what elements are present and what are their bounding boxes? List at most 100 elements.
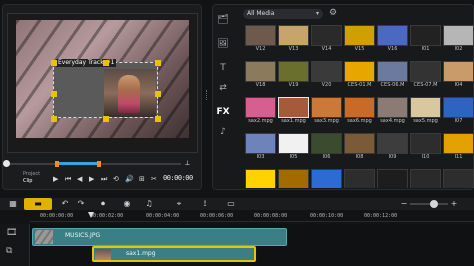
- media-item[interactable]: I09: [377, 133, 408, 160]
- media-thumbnail[interactable]: [311, 169, 342, 188]
- playhead-knob[interactable]: [3, 160, 10, 167]
- media-item[interactable]: V18: [245, 61, 276, 88]
- zoom-slider[interactable]: [410, 203, 448, 205]
- media-thumbnail[interactable]: [278, 61, 309, 82]
- media-thumbnail[interactable]: [410, 133, 441, 154]
- media-item[interactable]: CES-06.M: [377, 61, 408, 88]
- volume-icon[interactable]: 🔊: [125, 174, 134, 184]
- media-thumbnail[interactable]: [278, 25, 309, 46]
- overlay-track-icon[interactable]: ⧉: [6, 246, 12, 256]
- media-item[interactable]: V12: [245, 25, 276, 52]
- mode-clip[interactable]: Clip: [23, 178, 40, 185]
- media-item[interactable]: V13: [278, 25, 309, 52]
- media-item[interactable]: sax6.mpg: [344, 97, 375, 124]
- resize-handle[interactable]: [51, 91, 57, 97]
- media-thumbnail[interactable]: [311, 97, 342, 118]
- media-item[interactable]: I03: [245, 133, 276, 160]
- redo-icon[interactable]: ↷: [74, 198, 88, 210]
- fit-icon[interactable]: ▭: [224, 198, 238, 210]
- preview-window[interactable]: Everyday Track #1: [7, 13, 198, 153]
- media-item[interactable]: V16: [377, 25, 408, 52]
- media-thumbnail[interactable]: [311, 25, 342, 46]
- repeat-icon[interactable]: ⟲: [113, 174, 119, 184]
- media-item[interactable]: I01: [410, 25, 441, 52]
- media-item[interactable]: [344, 169, 375, 188]
- timeline-clip-selected[interactable]: sax1.mpg: [92, 246, 256, 262]
- title-icon[interactable]: T: [216, 62, 230, 74]
- media-filter-dropdown[interactable]: All Media ▾: [243, 9, 323, 19]
- media-item[interactable]: [245, 169, 276, 188]
- media-item[interactable]: [311, 169, 342, 188]
- media-item[interactable]: V14: [311, 25, 342, 52]
- media-item[interactable]: I08: [344, 133, 375, 160]
- mode-project[interactable]: Project: [23, 171, 40, 178]
- effects-icon[interactable]: FX: [216, 106, 230, 118]
- zoom-out-icon[interactable]: −: [400, 198, 408, 210]
- zoom-knob[interactable]: [430, 200, 438, 208]
- gear-icon[interactable]: ⚙: [329, 8, 337, 18]
- media-thumbnail[interactable]: [344, 169, 375, 188]
- storyboard-view-icon[interactable]: ▦: [4, 198, 22, 210]
- media-item[interactable]: V15: [344, 25, 375, 52]
- media-thumbnail[interactable]: [311, 133, 342, 154]
- audio-icon[interactable]: ♪: [216, 126, 230, 138]
- prev-frame-icon[interactable]: ◀: [77, 174, 82, 184]
- zoom-control[interactable]: − +: [400, 198, 460, 210]
- media-thumbnail[interactable]: [377, 133, 408, 154]
- end-icon[interactable]: ⏭: [101, 174, 107, 184]
- media-item[interactable]: sax4.mpg: [377, 97, 408, 124]
- color-icon[interactable]: ◉: [120, 198, 134, 210]
- media-item[interactable]: [278, 169, 309, 188]
- timecode[interactable]: 00:00:00: [163, 174, 193, 182]
- panel-divider[interactable]: [206, 90, 208, 100]
- media-item[interactable]: CES-07.M: [410, 61, 441, 88]
- video-track-icon[interactable]: 🎞: [6, 228, 17, 238]
- media-thumbnail[interactable]: [278, 133, 309, 154]
- resize-handle[interactable]: [103, 116, 109, 122]
- media-item[interactable]: CES-01.M: [344, 61, 375, 88]
- snapshot-icon[interactable]: ⊞: [139, 174, 145, 184]
- media-thumbnail[interactable]: [344, 133, 375, 154]
- resize-handle[interactable]: [103, 60, 109, 66]
- resize-handle[interactable]: [155, 116, 161, 122]
- media-item[interactable]: [443, 169, 474, 188]
- resize-handle[interactable]: [155, 91, 161, 97]
- media-item[interactable]: [377, 169, 408, 188]
- timeline-clip[interactable]: MUSICS.JPG: [32, 228, 287, 246]
- media-item[interactable]: I11: [443, 133, 474, 160]
- media-item[interactable]: V19: [278, 61, 309, 88]
- media-item[interactable]: sax2.mpg: [245, 97, 276, 124]
- media-thumbnail[interactable]: [443, 133, 474, 154]
- media-item[interactable]: I04: [443, 61, 474, 88]
- media-item[interactable]: I06: [311, 133, 342, 160]
- media-thumbnail[interactable]: [377, 61, 408, 82]
- media-item[interactable]: I05: [278, 133, 309, 160]
- media-thumbnail[interactable]: [377, 169, 408, 188]
- media-thumbnail[interactable]: [410, 169, 441, 188]
- media-thumbnail[interactable]: [311, 61, 342, 82]
- media-thumbnail[interactable]: [410, 97, 441, 118]
- media-thumbnail[interactable]: [443, 169, 474, 188]
- transition-icon[interactable]: ⇄: [216, 82, 230, 94]
- record-icon[interactable]: ⏺: [96, 198, 110, 210]
- resize-handle[interactable]: [51, 60, 57, 66]
- marker-icon[interactable]: ⌖: [172, 198, 186, 210]
- zoom-in-icon[interactable]: +: [450, 198, 458, 210]
- audio-mixer-icon[interactable]: ♫: [142, 198, 156, 210]
- timeline-view-icon[interactable]: ▬: [24, 198, 52, 210]
- media-thumbnail[interactable]: [344, 61, 375, 82]
- media-thumbnail[interactable]: [410, 25, 441, 46]
- media-thumbnail[interactable]: [245, 61, 276, 82]
- media-thumbnail[interactable]: [245, 169, 276, 188]
- media-thumbnail[interactable]: [443, 25, 474, 46]
- mode-switch[interactable]: Project Clip: [23, 171, 40, 185]
- image-icon[interactable]: 🖼: [216, 38, 230, 50]
- media-thumbnail[interactable]: [278, 97, 309, 118]
- scrub-bar[interactable]: ⟂: [3, 159, 201, 167]
- media-thumbnail[interactable]: [377, 25, 408, 46]
- timeline-ruler[interactable]: 00:00:00:00 00:00:02:00 00:00:04:00 00:0…: [30, 212, 474, 222]
- resize-handle[interactable]: [51, 116, 57, 122]
- timeline-playhead[interactable]: [88, 212, 94, 218]
- scrub-selection[interactable]: [55, 162, 99, 165]
- media-item[interactable]: I02: [443, 25, 474, 52]
